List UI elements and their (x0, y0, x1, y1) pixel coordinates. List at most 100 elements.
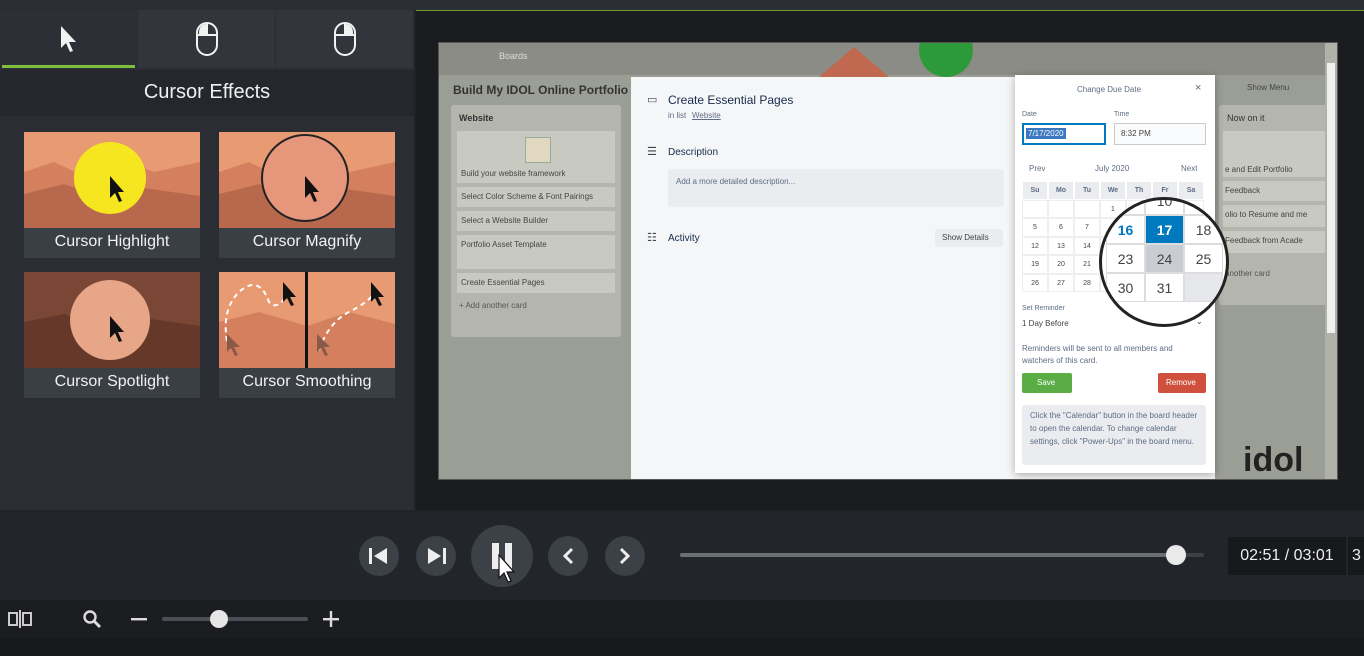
cursor-arrow-tab[interactable] (0, 10, 138, 68)
search-icon[interactable] (82, 609, 102, 629)
previous-frame-button[interactable] (359, 536, 399, 576)
magnifier-lens: 9 10 11 16 17 18 23 24 25 30 31 (1099, 197, 1229, 327)
cursor-highlight-thumbnail (24, 132, 200, 228)
board-title: Build My IDOL Online Portfolio (453, 83, 629, 97)
mouse-pointer-icon (498, 554, 516, 583)
cursor-magnify-effect[interactable]: Cursor Magnify (219, 132, 395, 258)
next-month: Next (1181, 164, 1198, 173)
card-title: Create Essential Pages (668, 93, 794, 107)
previous-marker-button[interactable] (548, 536, 588, 576)
cursor-spotlight-thumbnail (24, 272, 200, 368)
weekday-header: We (1100, 181, 1126, 200)
cursor-highlight-effect[interactable]: Cursor Highlight (24, 132, 200, 258)
calendar-day: 19 (1022, 255, 1048, 274)
logo-shape (819, 47, 889, 77)
next-frame-button[interactable] (416, 536, 456, 576)
cursor-spotlight-effect[interactable]: Cursor Spotlight (24, 272, 200, 398)
month-label: July 2020 (1095, 164, 1130, 173)
magnified-day: 30 (1106, 273, 1145, 302)
date-field: 7/17/2020 (1022, 123, 1106, 145)
calendar-day: 21 (1074, 255, 1100, 274)
logo-shape (919, 43, 973, 77)
prev-month: Prev (1029, 164, 1046, 173)
chevron-left-icon (562, 547, 574, 565)
show-details-button: Show Details (935, 229, 1003, 247)
calendar-day: 6 (1048, 218, 1074, 237)
zoom-out-icon[interactable] (130, 612, 148, 626)
timecode: 02:51 / 03:01 (1228, 537, 1346, 575)
chevron-down-icon: ⌄ (1196, 317, 1203, 326)
magnified-day: 10 (1145, 200, 1184, 215)
effect-label: Cursor Smoothing (242, 373, 372, 390)
zoom-slider[interactable] (162, 617, 308, 621)
list-item: Build your website framework (457, 131, 615, 183)
zoom-knob[interactable] (209, 610, 228, 628)
list-link: Website (692, 111, 721, 120)
calendar-day: 14 (1074, 236, 1100, 255)
step-forward-icon (428, 548, 446, 564)
magnified-day: 25 (1184, 244, 1223, 273)
activity-icon: ☷ (647, 232, 657, 244)
panel-title: Cursor Effects (0, 70, 414, 116)
add-card-link: + Add another card (459, 301, 527, 310)
description-input: Add a more detailed description... (668, 169, 1004, 207)
calendar-day (1022, 199, 1048, 218)
popover-title: Change Due Date (1077, 85, 1142, 94)
weekday-header: Tu (1074, 181, 1100, 200)
magnified-day: 9 (1106, 200, 1145, 215)
preview-scrollbar (1325, 43, 1337, 479)
list-title: Website (459, 113, 494, 123)
next-marker-button[interactable] (605, 536, 645, 576)
calendar-day: 7 (1074, 218, 1100, 237)
mouse-left-icon (195, 22, 218, 56)
left-click-tab[interactable] (138, 10, 276, 68)
calendar-tip: Click the "Calendar" button in the board… (1022, 405, 1206, 465)
magnified-day: 11 (1184, 200, 1223, 215)
magnified-day: 24 (1145, 244, 1184, 273)
magnified-day: 17 (1145, 215, 1184, 244)
calendar-day: 13 (1048, 236, 1074, 255)
magnified-day: 16 (1106, 215, 1145, 244)
split-icon[interactable] (8, 610, 32, 628)
list-item: Feedback from Acade (1223, 231, 1327, 253)
weekday-header: Mo (1048, 181, 1074, 200)
remove-button: Remove (1158, 373, 1206, 393)
magnified-day: 18 (1184, 215, 1223, 244)
description-icon: ☰ (647, 146, 657, 158)
list-item: Portfolio Asset Template (457, 235, 615, 269)
cursor-smoothing-effect[interactable]: Cursor Smoothing (219, 272, 395, 398)
effect-label: Cursor Magnify (252, 233, 362, 250)
cursor-magnify-thumbnail (219, 132, 395, 228)
progress-fill (680, 553, 1177, 557)
magnified-day (1184, 273, 1223, 302)
pointer-icon (60, 26, 76, 52)
list-item: Select a Website Builder (457, 211, 615, 231)
list-item: e and Edit Portfolio (1223, 131, 1327, 177)
effect-tabs (0, 10, 414, 68)
card-icon: ▭ (647, 94, 658, 106)
save-button: Save (1022, 373, 1072, 393)
calendar-day: 20 (1048, 255, 1074, 274)
step-back-icon (369, 548, 387, 564)
cursor-effects-panel: Cursor Effects Cursor Highlight Cursor M (0, 0, 414, 510)
mouse-right-icon (333, 22, 356, 56)
magnified-day: 23 (1106, 244, 1145, 273)
calendar-day: 28 (1074, 273, 1100, 292)
calendar-day: 26 (1022, 273, 1048, 292)
calendar-day: 12 (1022, 236, 1048, 255)
card-image (525, 137, 551, 163)
timeline-area (0, 638, 1364, 656)
video-preview[interactable]: Boards Build My IDOL Online Portfolio We… (438, 42, 1338, 480)
chevron-right-icon (619, 547, 631, 565)
progress-slider[interactable] (680, 545, 1204, 565)
close-icon: × (1195, 82, 1202, 94)
timecode-extra: 3 (1348, 537, 1364, 575)
right-click-tab[interactable] (276, 10, 414, 68)
boards-button: Boards (499, 51, 528, 61)
idol-logo: idol (1243, 441, 1304, 479)
zoom-in-icon[interactable] (322, 610, 340, 628)
board-topbar: Boards (439, 43, 1337, 77)
weekday-header: Sa (1178, 181, 1204, 200)
board-list: Website Build your website framework Sel… (451, 105, 621, 337)
weekday-header: Th (1126, 181, 1152, 200)
